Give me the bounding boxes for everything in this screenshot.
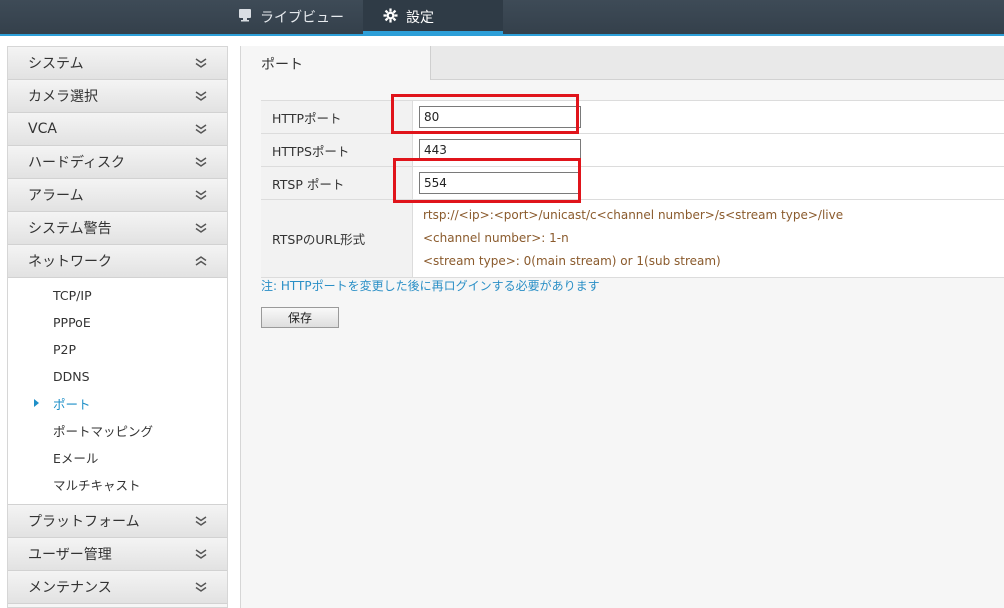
sidebar-item-port-mapping[interactable]: ポートマッピング <box>8 417 227 444</box>
menu-label: メンテナンス <box>28 580 112 596</box>
chevron-double-down-icon <box>195 582 207 592</box>
rtsp-url-format-label: RTSPのURL形式 <box>261 199 413 278</box>
menu-camera-select[interactable]: カメラ選択 <box>8 80 227 113</box>
sub-item-label: DDNS <box>53 369 90 384</box>
menu-label: システム警告 <box>28 221 112 237</box>
sub-item-label: Eメール <box>53 451 99 466</box>
chevron-double-down-icon <box>195 124 207 134</box>
menu-label: システム <box>28 56 84 72</box>
rtsp-port-highlight-box <box>393 158 581 203</box>
monitor-icon <box>238 8 252 26</box>
tab-strip: ポート <box>241 46 1004 80</box>
sidebar-item-email[interactable]: Eメール <box>8 444 227 471</box>
menu-user-management[interactable]: ユーザー管理 <box>8 538 227 571</box>
menu-label: ネットワーク <box>28 254 112 270</box>
menu-network[interactable]: ネットワーク <box>8 245 227 278</box>
menu-alarm[interactable]: アラーム <box>8 179 227 212</box>
sidebar-item-port[interactable]: ポート <box>8 390 227 417</box>
chevron-double-down-icon <box>195 58 207 68</box>
http-port-highlight-box <box>391 94 579 134</box>
menu-vca[interactable]: VCA <box>8 113 227 146</box>
row-rtsp-url-format: RTSPのURL形式 rtsp://<ip>:<port>/unicast/c<… <box>261 199 1004 278</box>
menu-label: VCA <box>28 121 57 137</box>
menu-maintenance[interactable]: メンテナンス <box>8 571 227 604</box>
menu-hard-disk[interactable]: ハードディスク <box>8 146 227 179</box>
stream-type-hint: <stream type>: 0(main stream) or 1(sub s… <box>423 254 721 268</box>
sidebar-item-multicast[interactable]: マルチキャスト <box>8 471 227 498</box>
tab-live-view[interactable]: ライブビュー <box>238 0 344 34</box>
sidebar-item-ddns[interactable]: DDNS <box>8 363 227 390</box>
http-port-change-note: 注: HTTPポートを変更した後に再ログインする必要があります <box>261 279 600 293</box>
menu-label: プラットフォーム <box>28 514 140 530</box>
sub-item-label: ポートマッピング <box>53 424 154 439</box>
tab-settings[interactable]: 設定 <box>363 0 503 34</box>
sub-item-label: マルチキャスト <box>53 478 141 493</box>
menu-label: ユーザー管理 <box>28 547 112 563</box>
sidebar-item-tcpip[interactable]: TCP/IP <box>8 282 227 309</box>
sub-item-label: TCP/IP <box>53 288 92 303</box>
save-button[interactable]: 保存 <box>261 307 339 328</box>
rtsp-url-format-cell: rtsp://<ip>:<port>/unicast/c<channel num… <box>412 199 1004 278</box>
network-submenu: TCP/IP PPPoE P2P DDNS ポート ポートマッピング Eメール … <box>8 278 227 505</box>
rtsp-port-label: RTSP ポート <box>261 166 413 200</box>
sub-item-label: PPPoE <box>53 315 91 330</box>
menu-label: カメラ選択 <box>28 89 98 105</box>
http-port-label: HTTPポート <box>261 100 413 134</box>
sidebar-item-pppoe[interactable]: PPPoE <box>8 309 227 336</box>
chevron-double-down-icon <box>195 91 207 101</box>
https-port-label: HTTPSポート <box>261 133 413 167</box>
menu-system-warning[interactable]: システム警告 <box>8 212 227 245</box>
sidebar-item-p2p[interactable]: P2P <box>8 336 227 363</box>
row-https-port: HTTPSポート <box>261 133 1004 167</box>
port-settings-table: HTTPポート HTTPSポート RTSP ポート RTSPのURL形式 rts… <box>261 100 1004 278</box>
chevron-double-down-icon <box>195 549 207 559</box>
chevron-double-down-icon <box>195 190 207 200</box>
menu-system[interactable]: システム <box>8 47 227 80</box>
tab-settings-label: 設定 <box>406 10 434 26</box>
sub-item-label: ポート <box>53 397 91 412</box>
tab-live-view-label: ライブビュー <box>260 10 344 26</box>
settings-sidebar: システム カメラ選択 VCA ハードディスク アラーム システム警告 ネットワー… <box>7 46 228 608</box>
top-nav-bar: ライブビュー 設定 <box>0 0 1004 34</box>
menu-platform[interactable]: プラットフォーム <box>8 505 227 538</box>
main-content: ポート HTTPポート HTTPSポート RTSP ポート RTSPのURL形式 <box>240 46 1004 608</box>
chevron-double-up-icon <box>195 256 207 266</box>
rtsp-url-template: rtsp://<ip>:<port>/unicast/c<channel num… <box>423 208 844 222</box>
row-http-port: HTTPポート <box>261 100 1004 134</box>
gear-icon <box>383 7 398 27</box>
channel-number-hint: <channel number>: 1-n <box>423 231 569 245</box>
tab-port-label: ポート <box>261 57 303 73</box>
chevron-double-down-icon <box>195 223 207 233</box>
chevron-double-down-icon <box>195 157 207 167</box>
chevron-double-down-icon <box>195 516 207 526</box>
row-rtsp-port: RTSP ポート <box>261 166 1004 200</box>
sub-item-label: P2P <box>53 342 77 357</box>
menu-label: ハードディスク <box>28 155 126 171</box>
tab-port[interactable]: ポート <box>241 46 431 80</box>
menu-label: アラーム <box>28 188 84 204</box>
active-marker-icon <box>34 399 39 407</box>
topbar-accent-line <box>0 34 1004 36</box>
